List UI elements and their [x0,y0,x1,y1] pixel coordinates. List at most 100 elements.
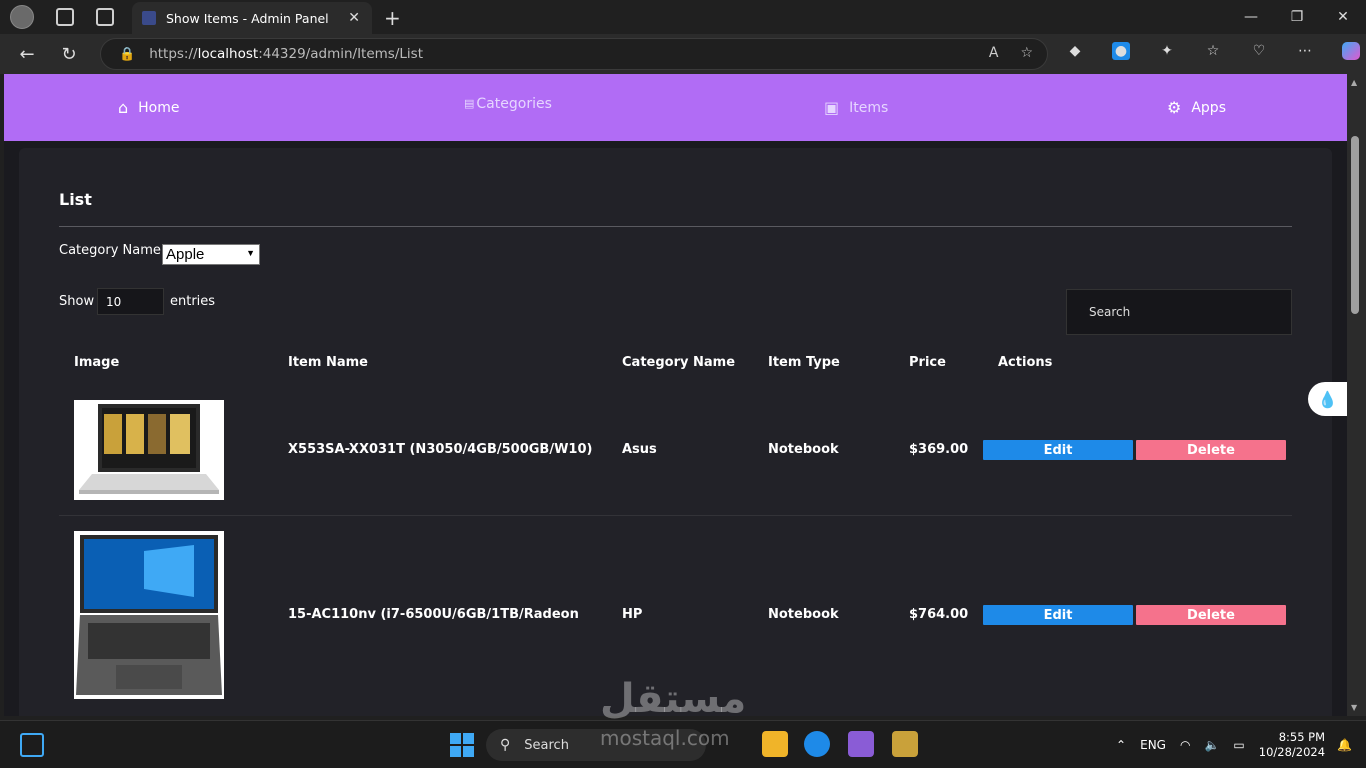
show-label: Show [59,294,95,309]
new-tab-icon[interactable]: + [384,6,401,30]
tab-actions-icon[interactable] [96,8,114,26]
nav-items-label: Items [849,99,889,116]
nav-home-label: Home [138,99,180,116]
copilot-icon[interactable] [1342,42,1360,60]
delete-button[interactable]: Delete [1136,605,1286,625]
favorite-star-icon[interactable]: ☆ [1020,45,1033,61]
favorites-icon[interactable]: ☆ [1204,42,1222,60]
tab-show-items[interactable]: Show Items - Admin Panel ✕ [132,2,372,34]
search-icon: ⚲ [500,737,511,753]
notification-bell-icon[interactable]: 🔔 [1337,738,1352,752]
scroll-down-icon[interactable]: ▼ [1351,703,1357,712]
extension-drop-icon[interactable]: ● [1112,42,1130,60]
workspaces-icon[interactable] [56,8,74,26]
item-image [74,400,224,500]
battery-icon[interactable]: ▭ [1233,738,1244,752]
edit-button[interactable]: Edit [983,605,1133,625]
minimize-icon[interactable]: — [1228,0,1274,34]
scroll-up-icon[interactable]: ▲ [1351,78,1357,87]
edge-icon[interactable] [804,731,830,757]
address-toolbar: ← ↻ 🔒 https://localhost:44329/admin/Item… [0,34,1366,74]
category-filter-label: Category Name [59,243,161,258]
col-header-item-type[interactable]: Item Type [768,355,840,370]
divider [59,226,1292,227]
start-icon[interactable] [450,733,474,757]
performance-icon[interactable]: ♡ [1250,42,1268,60]
top-navigation: ⌂ Home ▤ Categories ▣ Items ⚙ Apps [4,74,1347,141]
widgets-icon[interactable] [20,733,44,757]
row-divider [59,515,1292,516]
lock-icon[interactable]: 🔒 [119,47,135,62]
volume-icon[interactable]: 🔈 [1204,738,1219,752]
entries-count-input[interactable]: 10 [97,288,164,315]
system-tray: ⌃ ENG ◠ 🔈 ▭ 8:55 PM 10/28/2024 🔔 [1116,721,1366,768]
col-header-price[interactable]: Price [909,355,946,370]
list-card: List Category Name Apple ▼ Show 10 entri… [19,148,1332,716]
extensions-puzzle-icon[interactable]: ✦ [1158,42,1176,60]
page-content: ⌂ Home ▤ Categories ▣ Items ⚙ Apps List … [4,74,1347,716]
item-price: $764.00 [909,607,969,622]
more-menu-icon[interactable]: ⋯ [1296,42,1314,60]
scroll-thumb[interactable] [1351,136,1359,314]
refresh-icon[interactable]: ↻ [54,44,84,65]
url-text: https://localhost:44329/admin/Items/List [149,46,423,62]
extensions-area: ◆ ● ✦ ☆ ♡ ⋯ [1066,42,1360,60]
edit-button[interactable]: Edit [983,440,1133,460]
item-name: 15-AC110nv (i7-6500U/6GB/1TB/Radeon [288,607,579,622]
window-controls: — ❐ ✕ [1228,0,1366,34]
item-image [74,531,224,699]
clock[interactable]: 8:55 PM 10/28/2024 [1259,730,1325,760]
wifi-icon[interactable]: ◠ [1180,738,1190,752]
item-name: X553SA-XX031T (N3050/4GB/500GB/W10) [288,442,593,457]
nav-apps-label: Apps [1191,99,1226,116]
app-icon[interactable] [892,731,918,757]
edge-sidebar-drop-icon[interactable]: 💧 [1308,382,1347,416]
item-category: Asus [622,442,657,457]
col-header-actions: Actions [998,355,1053,370]
url-bar[interactable]: 🔒 https://localhost:44329/admin/Items/Li… [100,38,1048,70]
watermark-latin: mostaql.com [600,726,730,750]
bag-icon: ▣ [824,98,840,117]
extension-color-icon[interactable]: ◆ [1066,42,1084,60]
item-price: $369.00 [909,442,969,457]
nav-categories-label: Categories [476,95,552,112]
category-select-value: Apple [166,246,205,263]
clock-date: 10/28/2024 [1258,745,1326,759]
profile-avatar[interactable] [10,5,34,29]
entries-label: entries [170,294,216,309]
page-scrollbar[interactable]: ▲ ▼ [1347,74,1366,716]
item-category: HP [622,607,643,622]
taskbar-search-label: Search [524,737,569,753]
clock-time: 8:55 PM [1278,730,1326,744]
watermark-arabic: مستقل [600,676,747,722]
window-close-icon[interactable]: ✕ [1320,0,1366,34]
gear-icon: ⚙ [1167,98,1182,117]
back-icon[interactable]: ← [12,44,42,65]
chevron-down-icon: ▼ [246,248,255,258]
chevron-up-icon[interactable]: ⌃ [1116,738,1126,752]
item-type: Notebook [768,442,839,457]
visual-studio-icon[interactable] [848,731,874,757]
nav-apps[interactable]: ⚙ Apps [1167,74,1226,141]
delete-button[interactable]: Delete [1136,440,1286,460]
home-icon: ⌂ [118,98,129,117]
nav-items[interactable]: ▣ Items [824,74,888,141]
page-title: List [59,190,92,209]
tab-title: Show Items - Admin Panel [166,10,329,26]
browser-tab-bar: Show Items - Admin Panel ✕ + — ❐ ✕ [0,0,1366,34]
restore-icon[interactable]: ❐ [1274,0,1320,34]
item-type: Notebook [768,607,839,622]
col-header-item-name[interactable]: Item Name [288,355,368,370]
file-explorer-icon[interactable] [762,731,788,757]
tab-close-icon[interactable]: ✕ [348,10,360,26]
read-aloud-icon[interactable]: A [989,45,999,61]
col-header-image[interactable]: Image [74,355,119,370]
nav-categories[interactable]: ▤ Categories [464,74,552,137]
category-select[interactable]: Apple ▼ [162,244,260,265]
categories-icon: ▤ [464,97,475,110]
language-indicator[interactable]: ENG [1140,738,1166,752]
nav-home[interactable]: ⌂ Home [118,74,180,141]
search-input[interactable]: Search [1066,289,1292,335]
site-favicon-icon [142,11,156,25]
col-header-category[interactable]: Category Name [622,355,735,370]
